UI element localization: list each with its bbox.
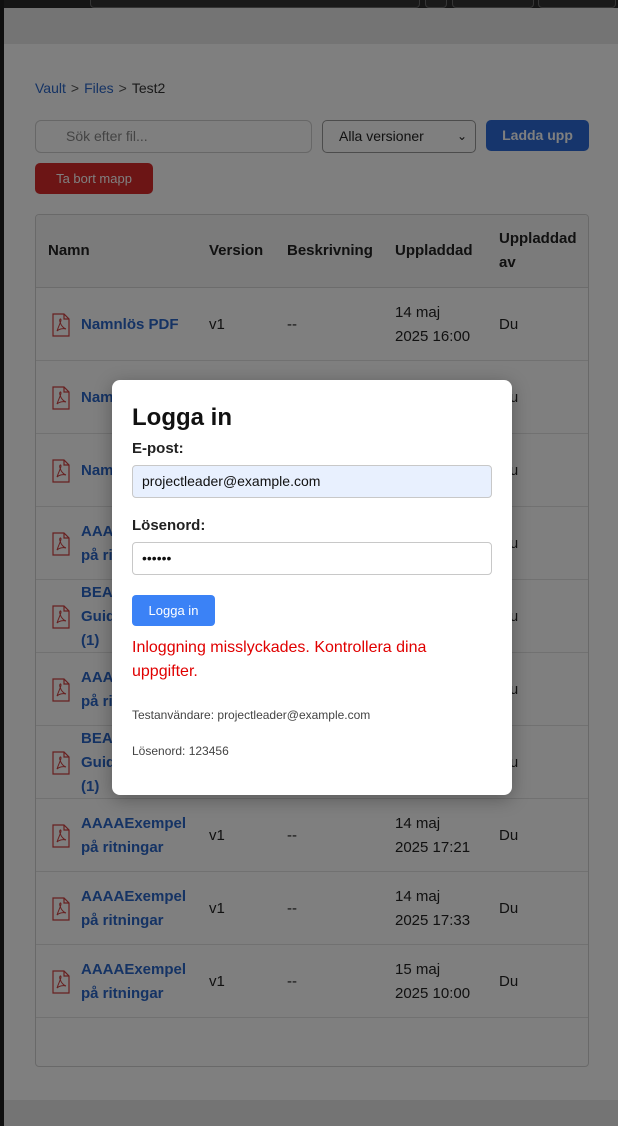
login-title: Logga in <box>132 404 232 431</box>
login-modal: Logga in E-post: projectleader@example.c… <box>112 380 512 795</box>
login-error-message: Inloggning misslyckades. Kontrollera din… <box>132 639 427 680</box>
login-button[interactable]: Logga in <box>132 595 215 626</box>
password-field[interactable]: •••••• <box>132 542 492 575</box>
password-label: Lösenord: <box>132 517 206 534</box>
test-user-hint: Testanvändare: projectleader@example.com <box>132 708 371 722</box>
email-field[interactable]: projectleader@example.com <box>132 465 492 498</box>
test-password-hint: Lösenord: 123456 <box>132 744 229 758</box>
email-label: E-post: <box>132 440 184 457</box>
